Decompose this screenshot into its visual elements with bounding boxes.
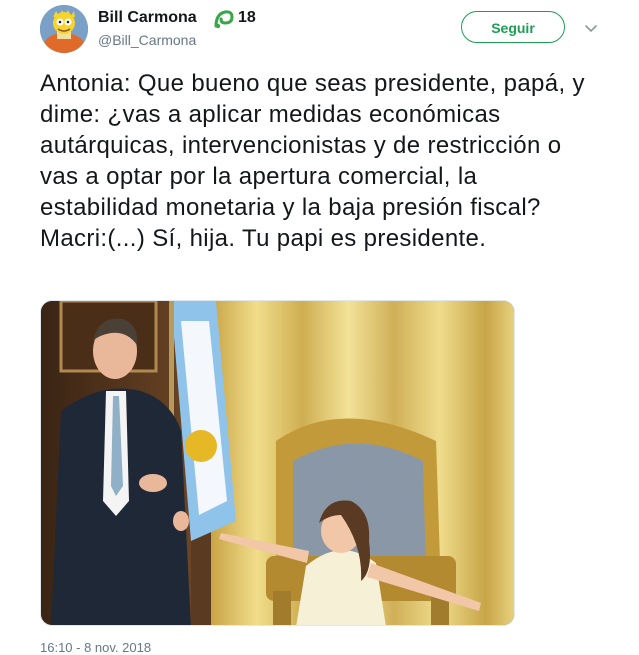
tweet-card: Bill Carmona 18 @Bill_Carmona Seguir Ant… (0, 0, 639, 655)
photo-illustration (41, 301, 514, 625)
cartoon-avatar-icon (40, 5, 88, 53)
badge-count: 18 (238, 9, 256, 26)
author-avatar[interactable] (40, 5, 88, 53)
green-leaf-badge-icon (213, 8, 235, 30)
author-display-name[interactable]: Bill Carmona (98, 9, 197, 27)
tweet-text: Antonia: Que bueno que seas presidente, … (40, 68, 600, 254)
tweet-photo[interactable] (40, 300, 515, 626)
author-handle[interactable]: @Bill_Carmona (98, 32, 196, 48)
tweet-text-line: Macri:(...) Sí, hija. Tu papi es preside… (40, 225, 487, 252)
tweet-timestamp[interactable]: 16:10 - 8 nov. 2018 (40, 640, 151, 655)
chevron-down-icon[interactable] (583, 20, 599, 36)
tweet-text-line: Antonia: Que bueno que seas presidente, … (40, 70, 585, 221)
follow-button[interactable]: Seguir (461, 11, 565, 43)
